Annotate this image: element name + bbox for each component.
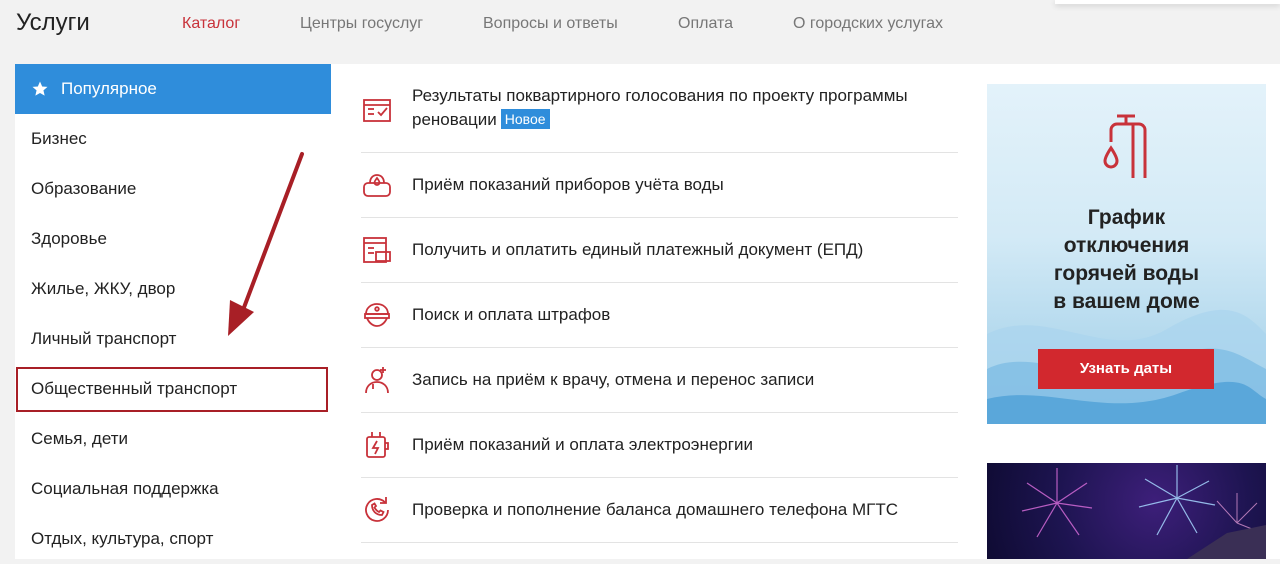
new-badge: Новое <box>500 109 550 129</box>
banner-title-line: График <box>1087 206 1166 229</box>
service-title: Получить и оплатить единый платежный док… <box>412 240 864 259</box>
sidebar-item-popular[interactable]: Популярное <box>15 64 331 114</box>
water-meter-icon <box>363 174 391 197</box>
service-title: Проверка и пополнение баланса домашнего … <box>412 500 898 519</box>
service-title: Приём показаний и оплата электроэнергии <box>412 435 753 454</box>
header: Услуги Каталог Центры госуслуг Вопросы и… <box>0 0 1280 64</box>
fireworks-image <box>1021 465 1266 559</box>
nav-about-services[interactable]: О городских услугах <box>793 14 943 34</box>
sidebar-item-label: Популярное <box>61 79 157 98</box>
service-doctor[interactable]: Запись на приём к врачу, отмена и перено… <box>361 348 958 413</box>
service-title: Результаты поквартирного голосования по … <box>412 86 908 105</box>
phone-icon <box>365 497 389 522</box>
service-water-meter[interactable]: Приём показаний приборов учёта воды <box>361 153 958 218</box>
nav-payment[interactable]: Оплата <box>678 14 733 34</box>
dropdown-edge <box>1055 0 1280 4</box>
sidebar-item-social-support[interactable]: Социальная поддержка <box>15 464 331 514</box>
page-title: Услуги <box>16 9 90 36</box>
electricity-icon <box>366 432 389 458</box>
doctor-icon <box>365 367 389 394</box>
nav-service-centers[interactable]: Центры госуслуг <box>300 14 423 34</box>
annotation-arrow <box>228 152 304 336</box>
service-title: Приём показаний приборов учёта воды <box>412 175 724 194</box>
water-tap-icon <box>1103 114 1147 178</box>
find-dates-button[interactable]: Узнать даты <box>1038 349 1214 389</box>
service-title: Поиск и оплата штрафов <box>412 305 611 324</box>
service-fines[interactable]: Поиск и оплата штрафов <box>361 283 958 348</box>
services-list: Результаты поквартирного голосования по … <box>331 64 986 559</box>
ballot-icon <box>363 99 391 122</box>
banner-title: График отключения горячей воды в вашем д… <box>987 204 1266 316</box>
star-icon <box>32 81 48 96</box>
annotation-highlight-box <box>16 367 328 412</box>
police-cap-icon <box>364 303 390 327</box>
service-title-cont: реновации <box>412 110 497 129</box>
fireworks-banner[interactable] <box>987 463 1266 559</box>
service-renovation-vote[interactable]: Результаты поквартирного голосования по … <box>361 76 958 153</box>
service-electricity[interactable]: Приём показаний и оплата электроэнергии <box>361 413 958 478</box>
banner-title-line: отключения <box>1063 234 1190 257</box>
sidebar-item-leisure[interactable]: Отдых, культура, спорт <box>15 514 331 564</box>
service-mgts-phone[interactable]: Проверка и пополнение баланса домашнего … <box>361 478 958 543</box>
banner-title-line: в вашем доме <box>1053 290 1200 313</box>
nav-faq[interactable]: Вопросы и ответы <box>483 14 618 34</box>
hot-water-banner[interactable]: График отключения горячей воды в вашем д… <box>987 84 1266 424</box>
service-epd[interactable]: Получить и оплатить единый платежный док… <box>361 218 958 283</box>
banner-title-line: горячей воды <box>1053 262 1200 285</box>
payment-document-icon <box>363 237 391 263</box>
service-title: Запись на приём к врачу, отмена и перено… <box>412 370 815 389</box>
sidebar-item-family[interactable]: Семья, дети <box>15 414 331 464</box>
nav-catalog[interactable]: Каталог <box>182 14 240 34</box>
